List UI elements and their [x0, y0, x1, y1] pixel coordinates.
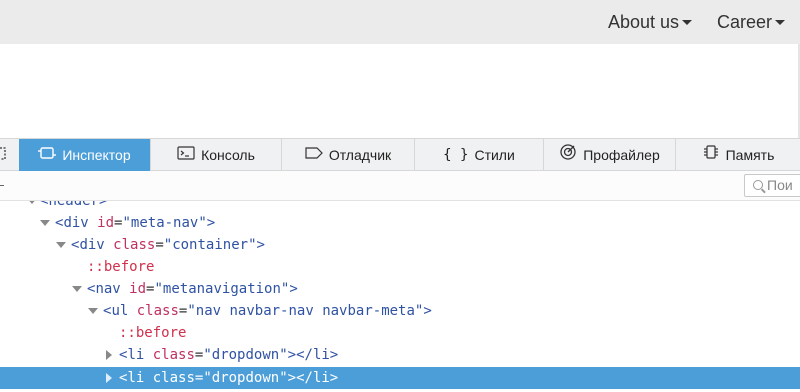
tab-style-editor-label: Стили: [474, 147, 515, 163]
tab-memory-label: Память: [725, 147, 775, 163]
tag-name: header: [48, 201, 100, 209]
chevron-down-icon: [682, 19, 693, 25]
attr-value: dropdown: [211, 370, 280, 386]
tree-row[interactable]: ::before: [0, 322, 800, 344]
tag-name: ul: [111, 303, 129, 319]
search-placeholder: Пои: [767, 177, 793, 193]
attr-name: class: [152, 347, 195, 363]
tag-name: li: [127, 370, 145, 386]
tree-row-selected[interactable]: <li class="dropdown"></li>: [0, 367, 800, 389]
attr-name: class: [152, 370, 195, 386]
attr-name: class: [136, 303, 179, 319]
expand-triangle-icon[interactable]: [56, 242, 66, 248]
tree-row[interactable]: ::before: [0, 256, 800, 278]
expand-triangle-icon[interactable]: [88, 308, 98, 314]
tab-console[interactable]: Консоль: [151, 139, 282, 171]
tree-row[interactable]: <ul class="nav navbar-nav navbar-meta">: [0, 300, 800, 322]
closing-tag-name: li: [312, 347, 330, 363]
tab-profiler[interactable]: Профайлер: [544, 139, 676, 171]
expand-triangle-icon[interactable]: [27, 201, 37, 204]
closing-tag-name: li: [312, 370, 330, 386]
attr-name: class: [113, 237, 156, 253]
search-icon: [753, 180, 763, 190]
tag-name: div: [63, 215, 89, 231]
nav-career-label: Career: [717, 12, 773, 32]
tag-name: li: [127, 347, 145, 363]
profiler-icon: [559, 139, 577, 171]
nav-career[interactable]: Career: [717, 0, 786, 44]
tree-row[interactable]: <nav id="metanavigation">: [0, 278, 800, 300]
style-editor-icon: { }: [443, 147, 469, 164]
tag-name: nav: [95, 281, 121, 297]
tab-console-label: Консоль: [201, 147, 255, 163]
nav-about-us[interactable]: About us: [608, 0, 693, 44]
tree-row[interactable]: <div id="meta-nav">: [0, 212, 800, 234]
markup-tree[interactable]: <header> <div id="meta-nav"> <div class=…: [0, 201, 800, 392]
attr-name: id: [97, 215, 115, 231]
tab-profiler-label: Профайлер: [583, 147, 660, 163]
divider: [0, 185, 4, 186]
tab-inspector-label: Инспектор: [62, 147, 131, 163]
tree-row[interactable]: <li class="dropdown"></li>: [0, 344, 800, 366]
attr-name: id: [129, 281, 147, 297]
expand-triangle-icon[interactable]: [106, 373, 112, 383]
attr-value: metanavigation: [162, 281, 281, 297]
expand-triangle-icon[interactable]: [72, 286, 82, 292]
tree-row[interactable]: <header>: [0, 201, 800, 212]
devtools-toolbar: Инспектор Консоль Отладчик { } Стили Проф…: [0, 138, 800, 171]
tab-memory[interactable]: Память: [676, 139, 800, 171]
tab-debugger-label: Отладчик: [328, 147, 392, 163]
tab-inspector[interactable]: Инспектор: [19, 139, 151, 171]
expand-triangle-icon[interactable]: [40, 220, 50, 226]
console-icon: [177, 139, 195, 171]
expand-triangle-icon[interactable]: [106, 350, 112, 360]
devtools-panel: Инспектор Консоль Отладчик { } Стили Проф…: [0, 138, 800, 392]
inspector-search-input[interactable]: Пои: [744, 174, 800, 197]
tree-row[interactable]: <div class="container">: [0, 234, 800, 256]
attr-value: meta-nav: [130, 215, 199, 231]
tab-style-editor[interactable]: { } Стили: [415, 139, 544, 171]
tag-name: div: [79, 237, 105, 253]
website-top-nav: About us Career: [0, 0, 800, 44]
inspector-icon: [38, 139, 57, 171]
memory-icon: [702, 139, 720, 171]
tab-debugger[interactable]: Отладчик: [282, 139, 415, 171]
pseudo-element: ::before: [87, 259, 155, 275]
nav-about-us-label: About us: [608, 12, 680, 32]
chevron-down-icon: [775, 19, 786, 25]
attr-value: container: [172, 237, 249, 253]
pseudo-element: ::before: [119, 325, 187, 341]
inspector-subtoolbar: Пои: [0, 171, 800, 201]
attr-value: nav navbar-nav navbar-meta: [195, 303, 415, 319]
debugger-icon: [305, 139, 323, 171]
attr-value: dropdown: [211, 347, 280, 363]
page-content-area: [0, 44, 800, 138]
element-picker-icon[interactable]: [0, 145, 8, 165]
